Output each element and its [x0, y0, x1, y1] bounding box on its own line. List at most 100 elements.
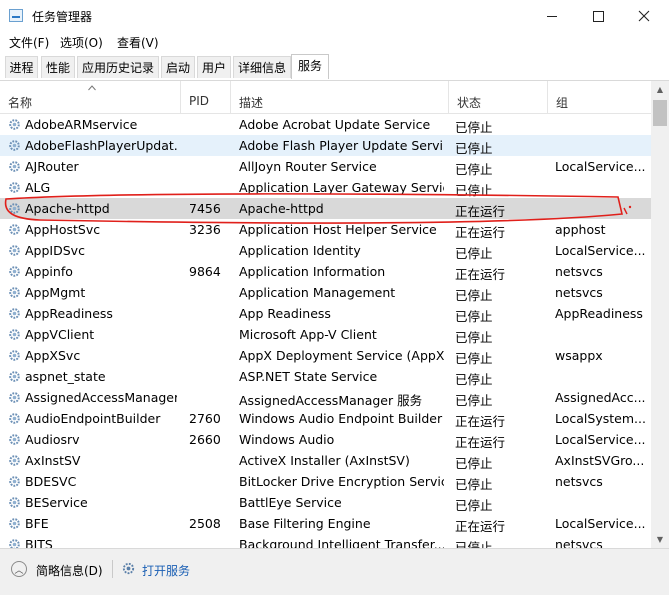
table-row[interactable]: aspnet_state ASP.NET State Service 已停止: [0, 366, 651, 387]
table-row[interactable]: AppIDSvc Application Identity 已停止 LocalServ…: [0, 240, 651, 261]
footer-separator: [112, 560, 113, 578]
service-status: 已停止: [455, 372, 493, 387]
service-status: 已停止: [455, 330, 493, 345]
service-status: 已停止: [455, 288, 493, 303]
column-header-pid[interactable]: PID: [181, 81, 231, 113]
service-group: netsvcs: [555, 285, 603, 300]
table-row[interactable]: AdobeARMservice Adobe Acrobat Update Serv…: [0, 114, 651, 135]
column-header-name[interactable]: 名称: [0, 81, 181, 113]
tab-startup[interactable]: 启动: [161, 56, 195, 78]
tab-app-history[interactable]: 应用历史记录: [77, 56, 159, 78]
service-name: Appinfo: [25, 264, 73, 279]
minimize-button[interactable]: [529, 0, 575, 32]
service-status: 正在运行: [455, 204, 506, 219]
table-row[interactable]: AxInstSV ActiveX Installer (AxInstSV) 已停止 A…: [0, 450, 651, 471]
service-name: AdobeFlashPlayerUpdat...: [25, 138, 177, 153]
tab-processes[interactable]: 进程: [5, 56, 38, 78]
service-gear-icon: [8, 496, 21, 509]
table-row[interactable]: AppMgmt Application Management 已停止 netsvcs: [0, 282, 651, 303]
table-row[interactable]: BITS Background Intelligent Transfer... 已停…: [0, 534, 651, 548]
task-manager-icon: [9, 9, 23, 22]
scroll-down-button[interactable]: ▼: [651, 531, 669, 548]
collapse-chevron-icon[interactable]: ︿: [11, 561, 27, 577]
table-row[interactable]: AppVClient Microsoft App-V Client 已停止: [0, 324, 651, 345]
table-row[interactable]: AssignedAccessManager... AssignedAccessMa…: [0, 387, 651, 408]
service-description: ActiveX Installer (AxInstSV): [239, 453, 410, 468]
tab-performance[interactable]: 性能: [41, 56, 75, 78]
service-name: AdobeARMservice: [25, 117, 138, 132]
open-services-link[interactable]: 打开服务: [142, 562, 190, 579]
table-row[interactable]: Apache-httpd 7456 Apache-httpd 正在运行: [0, 198, 651, 219]
service-status: 已停止: [455, 351, 493, 366]
service-name: AppVClient: [25, 327, 95, 342]
service-status: 正在运行: [455, 435, 506, 450]
service-description: AllJoyn Router Service: [239, 159, 377, 174]
table-row[interactable]: BEService BattlEye Service 已停止: [0, 492, 651, 513]
column-header-description[interactable]: 描述: [231, 81, 449, 113]
service-description: App Readiness: [239, 306, 331, 321]
service-description: Microsoft App-V Client: [239, 327, 377, 342]
service-gear-icon: [8, 538, 21, 548]
column-header-group[interactable]: 组: [548, 81, 651, 113]
service-gear-icon: [8, 517, 21, 530]
service-description: Background Intelligent Transfer...: [239, 537, 444, 548]
service-name: AxInstSV: [25, 453, 81, 468]
service-gear-icon: [8, 118, 21, 131]
service-group: wsappx: [555, 348, 603, 363]
service-pid: 2508: [189, 516, 221, 531]
service-group: AssignedAcc...: [555, 390, 646, 405]
service-description: BitLocker Drive Encryption Service: [239, 474, 444, 489]
service-description: Application Layer Gateway Service: [239, 180, 444, 195]
service-group: LocalService...: [555, 159, 646, 174]
tab-details[interactable]: 详细信息: [233, 56, 291, 78]
service-description: Windows Audio Endpoint Builder: [239, 411, 443, 426]
service-pid: 9864: [189, 264, 221, 279]
service-group: AxInstSVGro...: [555, 453, 645, 468]
tab-services[interactable]: 服务: [291, 54, 329, 79]
maximize-button[interactable]: [575, 0, 621, 32]
service-group: netsvcs: [555, 264, 603, 279]
table-row[interactable]: AdobeFlashPlayerUpdat... Adobe Flash Play…: [0, 135, 651, 156]
service-group: LocalService...: [555, 243, 646, 258]
service-name: AppHostSvc: [25, 222, 101, 237]
menu-view[interactable]: 查看(V): [117, 34, 159, 51]
table-row[interactable]: ALG Application Layer Gateway Service 已停止: [0, 177, 651, 198]
service-group: AppReadiness: [555, 306, 643, 321]
table-row[interactable]: AppXSvc AppX Deployment Service (AppX... 已…: [0, 345, 651, 366]
table-row[interactable]: BDESVC BitLocker Drive Encryption Service…: [0, 471, 651, 492]
table-row[interactable]: AJRouter AllJoyn Router Service 已停止 LocalSe…: [0, 156, 651, 177]
sort-up-icon: [88, 85, 96, 91]
table-row[interactable]: AppHostSvc 3236 Application Host Helper Se…: [0, 219, 651, 240]
fewer-details-button[interactable]: 简略信息(D): [36, 562, 103, 579]
service-gear-icon: [8, 223, 21, 236]
service-pid: 2760: [189, 411, 221, 426]
scroll-up-button[interactable]: ▲: [651, 81, 669, 98]
vertical-scrollbar[interactable]: ▲ ▼: [651, 81, 669, 548]
service-gear-icon: [8, 475, 21, 488]
service-status: 正在运行: [455, 225, 506, 240]
menu-file[interactable]: 文件(F): [9, 34, 49, 51]
service-status: 已停止: [455, 183, 493, 198]
service-status: 已停止: [455, 477, 493, 492]
menu-options[interactable]: 选项(O): [60, 34, 103, 51]
close-button[interactable]: [621, 0, 667, 32]
service-name: AssignedAccessManager...: [25, 390, 177, 405]
tab-users[interactable]: 用户: [197, 56, 231, 78]
close-icon: [638, 10, 650, 22]
column-header-status[interactable]: 状态: [449, 81, 548, 113]
service-description: AppX Deployment Service (AppX...: [239, 348, 444, 363]
service-name: BDESVC: [25, 474, 77, 489]
table-row[interactable]: AudioEndpointBuilder 2760 Windows Audio En…: [0, 408, 651, 429]
window-title: 任务管理器: [32, 10, 93, 24]
service-status: 正在运行: [455, 519, 506, 534]
service-gear-icon: [8, 391, 21, 404]
table-row[interactable]: AppReadiness App Readiness 已停止 AppReadiness: [0, 303, 651, 324]
table-row[interactable]: BFE 2508 Base Filtering Engine 正在运行 LocalSer…: [0, 513, 651, 534]
table-row[interactable]: Appinfo 9864 Application Information 正在运行 ne…: [0, 261, 651, 282]
service-gear-icon: [8, 286, 21, 299]
scroll-thumb[interactable]: [653, 100, 667, 126]
service-description: Base Filtering Engine: [239, 516, 371, 531]
table-row[interactable]: Audiosrv 2660 Windows Audio 正在运行 LocalServic…: [0, 429, 651, 450]
service-group: LocalService...: [555, 432, 646, 447]
service-gear-icon: [8, 265, 21, 278]
